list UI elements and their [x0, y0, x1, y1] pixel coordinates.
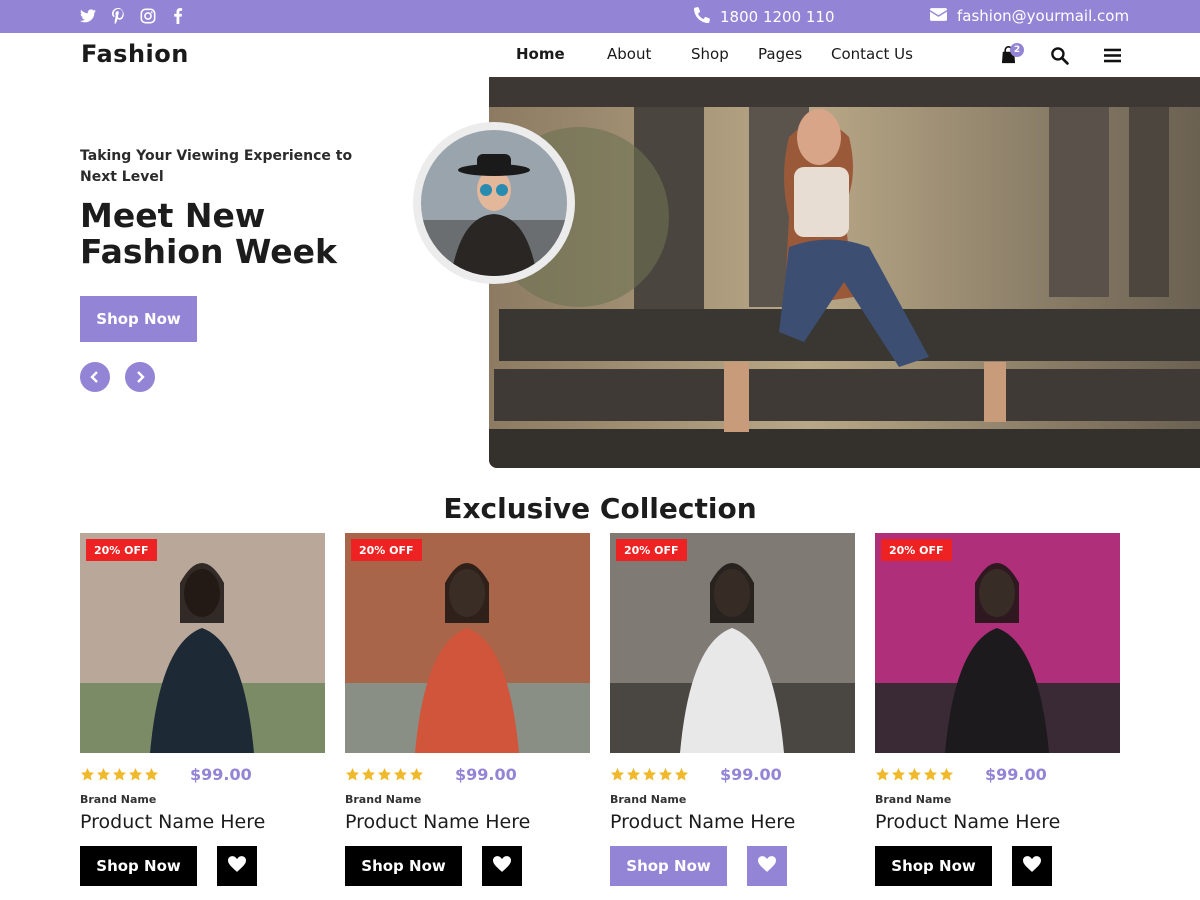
product-name[interactable]: Product Name Here: [345, 811, 530, 833]
main-nav: Fashion Home About Shop Pages Contact Us…: [0, 33, 1200, 77]
heart-icon: [228, 856, 246, 876]
product-card[interactable]: 20% OFF $99.00 Brand Name Product Name H…: [80, 533, 325, 888]
star-icon: [144, 767, 159, 786]
logo[interactable]: Fashion: [81, 40, 189, 68]
phone-icon: [694, 7, 710, 27]
star-icon: [674, 767, 689, 786]
discount-badge: 20% OFF: [616, 539, 687, 561]
rating-stars: [80, 767, 159, 786]
heart-icon: [758, 856, 776, 876]
shop-now-button[interactable]: Shop Now: [875, 846, 992, 886]
facebook-icon[interactable]: [170, 7, 186, 25]
pinterest-icon[interactable]: [110, 7, 126, 25]
hamburger-menu-icon[interactable]: [1102, 45, 1122, 65]
instagram-icon[interactable]: [140, 7, 156, 25]
chevron-left-icon: [90, 368, 100, 387]
product-price: $99.00: [720, 765, 782, 784]
hero-image: [489, 77, 1200, 468]
star-icon: [939, 767, 954, 786]
star-icon: [345, 767, 360, 786]
product-image[interactable]: [345, 533, 590, 753]
envelope-icon: [930, 7, 947, 25]
discount-badge: 20% OFF: [881, 539, 952, 561]
phone-number[interactable]: 1800 1200 110: [720, 8, 835, 26]
hero-inset-image: [413, 122, 575, 284]
star-icon: [907, 767, 922, 786]
shop-now-button[interactable]: Shop Now: [610, 846, 727, 886]
star-icon: [891, 767, 906, 786]
shop-now-button[interactable]: Shop Now: [80, 846, 197, 886]
nav-item-home[interactable]: Home: [516, 45, 565, 63]
heart-icon: [493, 856, 511, 876]
brand-name: Brand Name: [875, 793, 952, 806]
hero-subtitle: Taking Your Viewing Experience to Next L…: [80, 148, 353, 185]
product-card[interactable]: 20% OFF $99.00 Brand Name Product Name H…: [610, 533, 855, 888]
star-icon: [642, 767, 657, 786]
brand-name: Brand Name: [345, 793, 422, 806]
star-icon: [923, 767, 938, 786]
cart-count-badge: 2: [1010, 43, 1024, 57]
star-icon: [393, 767, 408, 786]
search-icon[interactable]: [1049, 45, 1069, 65]
star-icon: [96, 767, 111, 786]
wishlist-button[interactable]: [482, 846, 522, 886]
wishlist-button[interactable]: [747, 846, 787, 886]
product-image[interactable]: [610, 533, 855, 753]
star-icon: [80, 767, 95, 786]
star-icon: [875, 767, 890, 786]
twitter-icon[interactable]: [80, 7, 96, 25]
star-icon: [626, 767, 641, 786]
social-links: [80, 7, 186, 25]
nav-item-pages[interactable]: Pages: [758, 45, 802, 63]
star-icon: [610, 767, 625, 786]
product-card[interactable]: 20% OFF $99.00 Brand Name Product Name H…: [345, 533, 590, 888]
product-price: $99.00: [985, 765, 1047, 784]
hero-shop-now-button[interactable]: Shop Now: [80, 296, 197, 342]
star-icon: [361, 767, 376, 786]
rating-stars: [875, 767, 954, 786]
nav-item-contact-us[interactable]: Contact Us: [831, 45, 913, 63]
product-name[interactable]: Product Name Here: [80, 811, 265, 833]
product-card[interactable]: 20% OFF $99.00 Brand Name Product Name H…: [875, 533, 1120, 888]
rating-stars: [345, 767, 424, 786]
top-bar: 1800 1200 110 fashion@yourmail.com: [0, 0, 1200, 33]
discount-badge: 20% OFF: [351, 539, 422, 561]
product-image[interactable]: [875, 533, 1120, 753]
section-title: Exclusive Collection: [443, 492, 757, 525]
star-icon: [377, 767, 392, 786]
nav-item-about[interactable]: About: [607, 45, 651, 63]
contact-email: fashion@yourmail.com: [930, 7, 1129, 25]
carousel-prev-button[interactable]: [80, 362, 110, 392]
nav-item-shop[interactable]: Shop: [691, 45, 729, 63]
star-icon: [128, 767, 143, 786]
star-icon: [112, 767, 127, 786]
wishlist-button[interactable]: [217, 846, 257, 886]
star-icon: [658, 767, 673, 786]
brand-name: Brand Name: [610, 793, 687, 806]
rating-stars: [610, 767, 689, 786]
contact-phone: 1800 1200 110: [694, 7, 835, 27]
hero-title: Meet New Fashion Week: [80, 196, 337, 271]
star-icon: [409, 767, 424, 786]
product-name[interactable]: Product Name Here: [610, 811, 795, 833]
product-price: $99.00: [190, 765, 252, 784]
discount-badge: 20% OFF: [86, 539, 157, 561]
product-image[interactable]: [80, 533, 325, 753]
wishlist-button[interactable]: [1012, 846, 1052, 886]
shop-now-button[interactable]: Shop Now: [345, 846, 462, 886]
carousel-next-button[interactable]: [125, 362, 155, 392]
product-price: $99.00: [455, 765, 517, 784]
email-address[interactable]: fashion@yourmail.com: [957, 7, 1129, 25]
brand-name: Brand Name: [80, 793, 157, 806]
product-name[interactable]: Product Name Here: [875, 811, 1060, 833]
chevron-right-icon: [135, 368, 145, 387]
heart-icon: [1023, 856, 1041, 876]
